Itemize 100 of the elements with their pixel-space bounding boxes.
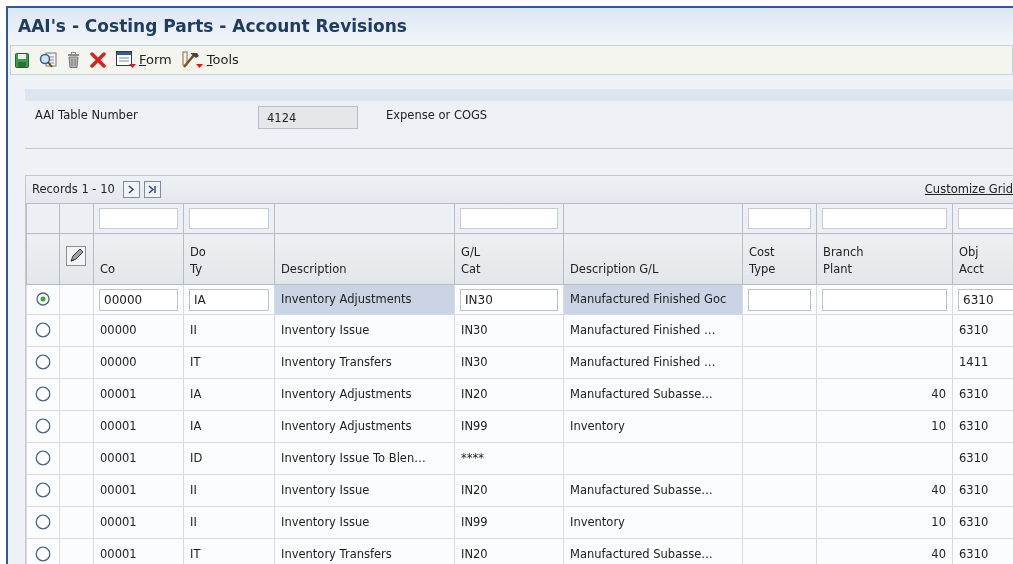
magnifier-document-icon — [39, 51, 57, 69]
save-icon — [15, 52, 29, 68]
table-cell: II — [190, 482, 197, 497]
table-cell: IN30 — [461, 354, 488, 369]
preview-button[interactable] — [39, 51, 57, 69]
next-page-button[interactable] — [122, 181, 140, 198]
table-cell: 6310 — [959, 546, 989, 561]
table-cell: 1411 — [959, 354, 989, 369]
table-cell: IT — [190, 354, 201, 369]
table-cell: 00001 — [100, 450, 137, 465]
table-cell: 00001 — [100, 546, 137, 561]
table-cell: 00000 — [100, 322, 137, 337]
table-cell: 00001 — [100, 514, 137, 529]
table-cell: Inventory — [570, 418, 625, 433]
radio-button[interactable] — [36, 292, 50, 307]
column-header[interactable]: Cost Type — [742, 233, 817, 285]
window-title: AAI's - Costing Parts - Account Revisions — [18, 16, 407, 36]
column-header[interactable]: Description G/L — [563, 233, 743, 285]
cell-input[interactable]: IN30 — [460, 288, 558, 311]
table-cell: 10 — [931, 514, 946, 529]
table-cell: II — [190, 514, 197, 529]
table-cell: 6310 — [959, 450, 989, 465]
filter-field[interactable] — [99, 208, 178, 229]
table-cell: IA — [190, 386, 202, 401]
table-cell: Inventory Issue — [281, 322, 370, 337]
trash-icon — [67, 52, 80, 68]
table-cell: 40 — [931, 386, 946, 401]
table-cell: Inventory Adjustments — [281, 386, 412, 401]
filter-field[interactable] — [460, 208, 558, 229]
table-cell: 40 — [931, 482, 946, 497]
table-cell: Inventory Issue — [281, 482, 370, 497]
radio-button[interactable] — [35, 418, 51, 435]
table-cell: Manufactured Finished … — [570, 322, 716, 337]
radio-button[interactable] — [35, 514, 51, 531]
filter-field[interactable] — [189, 208, 269, 229]
table-cell: 6310 — [959, 418, 989, 433]
radio-button[interactable] — [35, 386, 51, 403]
table-cell: Inventory Transfers — [281, 546, 392, 561]
table-cell: IN30 — [461, 322, 488, 337]
save-button[interactable] — [15, 52, 29, 68]
table-cell: Inventory Transfers — [281, 354, 392, 369]
table-cell: Manufactured Subasse… — [570, 546, 713, 561]
next-icon — [127, 185, 136, 194]
cell-input[interactable] — [748, 288, 811, 311]
table-cell: IT — [190, 546, 201, 561]
radio-button[interactable] — [35, 482, 51, 499]
table-cell: IA — [190, 418, 202, 433]
field-label: AAI Table Number — [35, 107, 139, 124]
tools-menu[interactable]: Tools — [181, 50, 239, 70]
table-cell: IN99 — [461, 418, 488, 433]
table-cell: 6310 — [959, 514, 989, 529]
table-cell: 00001 — [100, 418, 137, 433]
radio-button[interactable] — [35, 546, 51, 563]
column-header[interactable]: Obj Acct — [952, 233, 1013, 285]
table-cell: ID — [190, 450, 203, 465]
table-cell: **** — [461, 450, 484, 465]
cell-input[interactable] — [822, 288, 947, 311]
column-header[interactable]: Co — [93, 233, 184, 285]
cell-input[interactable]: IA — [189, 288, 269, 311]
customize-grid-link[interactable]: Customize Grid — [924, 180, 1013, 199]
filter-field[interactable] — [748, 208, 811, 229]
last-icon — [147, 185, 157, 194]
table-cell: 00001 — [100, 386, 137, 401]
close-icon — [90, 52, 106, 68]
table-cell: 6310 — [959, 482, 989, 497]
cancel-button[interactable] — [90, 52, 106, 68]
filter-field[interactable] — [958, 208, 1013, 229]
form-menu[interactable]: Form — [116, 50, 172, 70]
table-cell: 6310 — [959, 322, 989, 337]
table-cell: Inventory Adjustments — [281, 418, 412, 433]
radio-button[interactable] — [35, 450, 51, 467]
column-header[interactable]: Branch Plant — [816, 233, 953, 285]
table-cell: IN99 — [461, 514, 488, 529]
field-description: Expense or COGS — [386, 107, 488, 124]
radio-button[interactable] — [35, 354, 51, 371]
cell-input[interactable]: 00000 — [99, 288, 178, 311]
table-cell: Inventory Issue — [281, 514, 370, 529]
cell-input[interactable]: 6310 — [958, 288, 1013, 311]
table-cell: IN20 — [461, 546, 488, 561]
records-count: Records 1 - 10 — [32, 180, 115, 198]
table-cell: Inventory Issue To Blen… — [281, 450, 426, 465]
table-cell: Inventory — [570, 514, 625, 529]
table-cell: Inventory Adjustments — [281, 291, 412, 306]
radio-button[interactable] — [35, 322, 51, 339]
table-cell: Manufactured Subasse… — [570, 482, 713, 497]
table-cell: Manufactured Finished … — [570, 354, 716, 369]
table-cell: 00000 — [100, 354, 137, 369]
table-cell: 10 — [931, 418, 946, 433]
column-header[interactable]: Description — [274, 233, 455, 285]
tools-menu-icon — [181, 51, 204, 69]
table-cell: Manufactured Subasse… — [570, 386, 713, 401]
filter-field[interactable] — [822, 208, 947, 229]
column-header[interactable]: Do Ty — [183, 233, 275, 285]
last-page-button[interactable] — [143, 181, 161, 198]
column-header[interactable]: G/L Cat — [454, 233, 564, 285]
table-cell: 6310 — [959, 386, 989, 401]
delete-button[interactable] — [67, 52, 80, 68]
table-cell: 00001 — [100, 482, 137, 497]
pencil-icon — [66, 246, 86, 266]
table-cell: IN20 — [461, 482, 488, 497]
